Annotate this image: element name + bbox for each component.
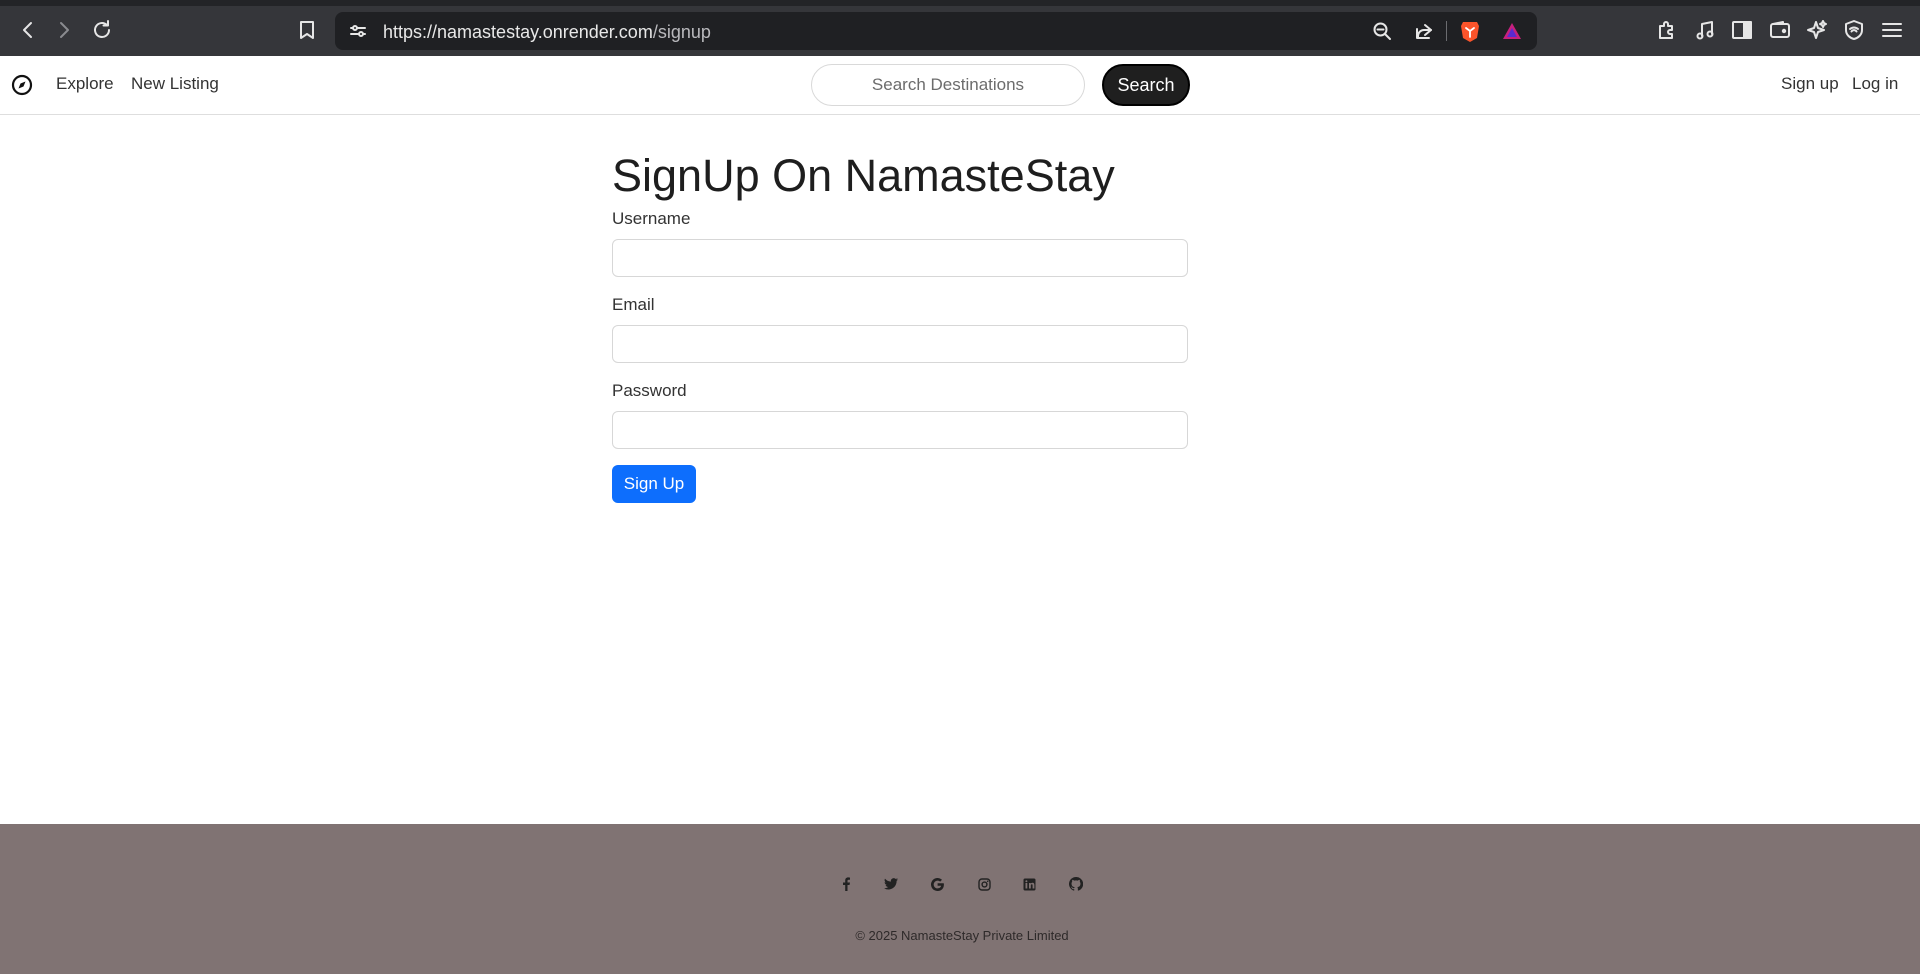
username-label: Username <box>612 209 691 228</box>
url-host: https://namastestay.onrender.com <box>383 22 653 42</box>
google-icon[interactable] <box>925 872 949 896</box>
divider <box>1446 21 1447 41</box>
rewards-icon[interactable] <box>1497 16 1527 46</box>
address-bar[interactable]: https://namastestay.onrender.com/signup <box>335 12 1537 50</box>
twitter-icon[interactable] <box>879 872 903 896</box>
wallet-icon[interactable] <box>1764 14 1796 46</box>
sidebar-icon[interactable] <box>1726 14 1758 46</box>
password-field[interactable] <box>612 411 1188 449</box>
linkedin-icon[interactable] <box>1017 872 1041 896</box>
bookmark-icon[interactable] <box>291 14 323 46</box>
site-settings-icon[interactable] <box>343 16 373 46</box>
github-icon[interactable] <box>1064 872 1088 896</box>
nav-new-listing[interactable]: New Listing <box>131 74 219 94</box>
nav-log-in[interactable]: Log in <box>1852 74 1898 94</box>
media-icon[interactable] <box>1689 14 1721 46</box>
site-footer: © 2025 NamasteStay Private Limited <box>0 824 1920 974</box>
menu-icon[interactable] <box>1876 14 1908 46</box>
compass-icon[interactable] <box>11 74 33 96</box>
share-icon[interactable] <box>1409 16 1439 46</box>
facebook-icon[interactable] <box>834 872 858 896</box>
email-field[interactable] <box>612 325 1188 363</box>
url-text: https://namastestay.onrender.com/signup <box>383 22 711 43</box>
sign-up-button[interactable]: Sign Up <box>612 465 696 503</box>
zoom-out-icon[interactable] <box>1367 16 1397 46</box>
username-field[interactable] <box>612 239 1188 277</box>
back-icon[interactable] <box>12 14 44 46</box>
browser-toolbar: https://namastestay.onrender.com/signup <box>0 0 1920 56</box>
nav-explore[interactable]: Explore <box>56 74 114 94</box>
search-button[interactable]: Search <box>1102 64 1190 106</box>
url-path: /signup <box>652 22 711 42</box>
extensions-icon[interactable] <box>1651 14 1683 46</box>
nav-sign-up[interactable]: Sign up <box>1781 74 1839 94</box>
search-input[interactable] <box>811 64 1085 106</box>
page-title: SignUp On NamasteStay <box>612 150 1115 201</box>
copyright-text: © 2025 NamasteStay Private Limited <box>855 928 1069 943</box>
leo-ai-icon[interactable] <box>1801 14 1833 46</box>
reload-icon[interactable] <box>86 14 118 46</box>
forward-icon[interactable] <box>48 14 80 46</box>
email-label: Email <box>612 295 655 314</box>
site-navbar: Explore New Listing Search Sign up Log i… <box>0 56 1920 115</box>
brave-shields-icon[interactable] <box>1455 16 1485 46</box>
vpn-icon[interactable] <box>1838 14 1870 46</box>
password-label: Password <box>612 381 687 400</box>
instagram-icon[interactable] <box>972 872 996 896</box>
